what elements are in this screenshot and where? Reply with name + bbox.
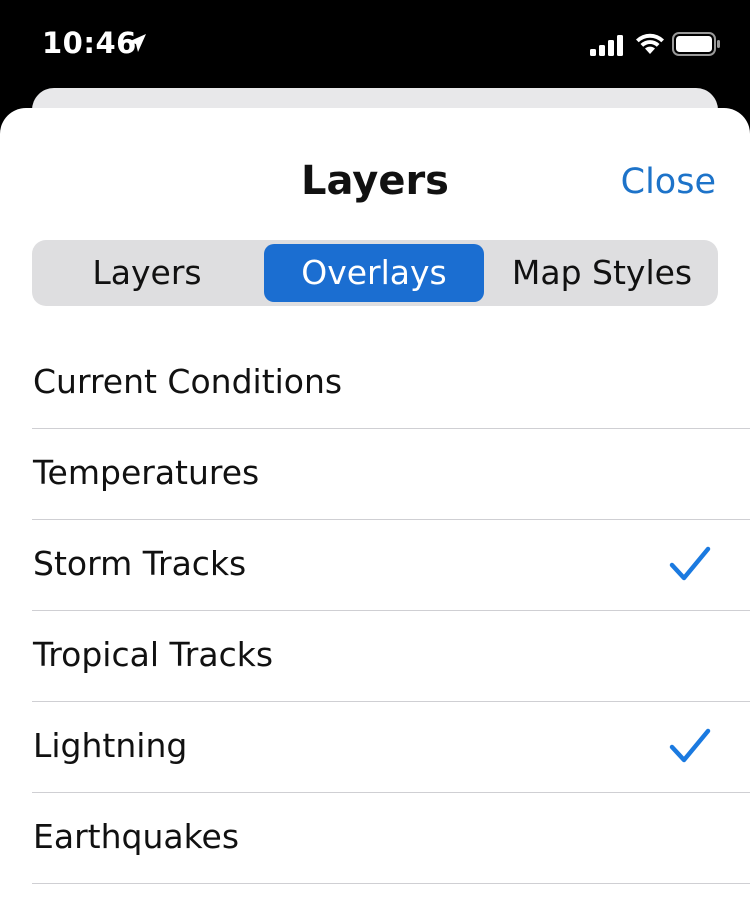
wifi-icon bbox=[636, 33, 664, 54]
list-item-current-conditions[interactable]: Current Conditions bbox=[0, 338, 750, 429]
list-item-label: Earthquakes bbox=[33, 817, 240, 856]
list-item-earthquakes[interactable]: Earthquakes bbox=[0, 793, 750, 884]
location-arrow-icon bbox=[128, 34, 146, 52]
list-item-label: Temperatures bbox=[33, 453, 260, 492]
segment-layers[interactable]: Layers bbox=[36, 244, 258, 302]
battery-icon bbox=[672, 32, 720, 56]
list-item-label: Current Conditions bbox=[33, 362, 343, 401]
list-item-storm-tracks[interactable]: Storm Tracks bbox=[0, 520, 750, 611]
status-bar: 10:46 bbox=[0, 0, 750, 88]
checkmark-icon bbox=[669, 728, 711, 763]
list-item-temperatures[interactable]: Temperatures bbox=[0, 429, 750, 520]
layers-sheet: Layers Close Layers Overlays Map Styles … bbox=[0, 108, 750, 922]
close-button[interactable]: Close bbox=[621, 162, 716, 202]
segment-overlays[interactable]: Overlays bbox=[264, 244, 484, 302]
screen: 10:46 Layers Close Layers Overlays Map S bbox=[0, 0, 750, 922]
segment-map-styles[interactable]: Map Styles bbox=[490, 244, 714, 302]
list-item-label: Lightning bbox=[33, 726, 188, 765]
list-item-label: Storm Tracks bbox=[33, 544, 247, 583]
overlays-list: Current Conditions Temperatures Storm Tr… bbox=[0, 338, 750, 884]
list-item-label: Tropical Tracks bbox=[33, 635, 274, 674]
cellular-signal-icon bbox=[590, 35, 623, 56]
list-item-tropical-tracks[interactable]: Tropical Tracks bbox=[0, 611, 750, 702]
list-item-lightning[interactable]: Lightning bbox=[0, 702, 750, 793]
checkmark-icon bbox=[669, 546, 711, 581]
segmented-control: Layers Overlays Map Styles bbox=[32, 240, 718, 306]
status-time: 10:46 bbox=[42, 26, 137, 60]
